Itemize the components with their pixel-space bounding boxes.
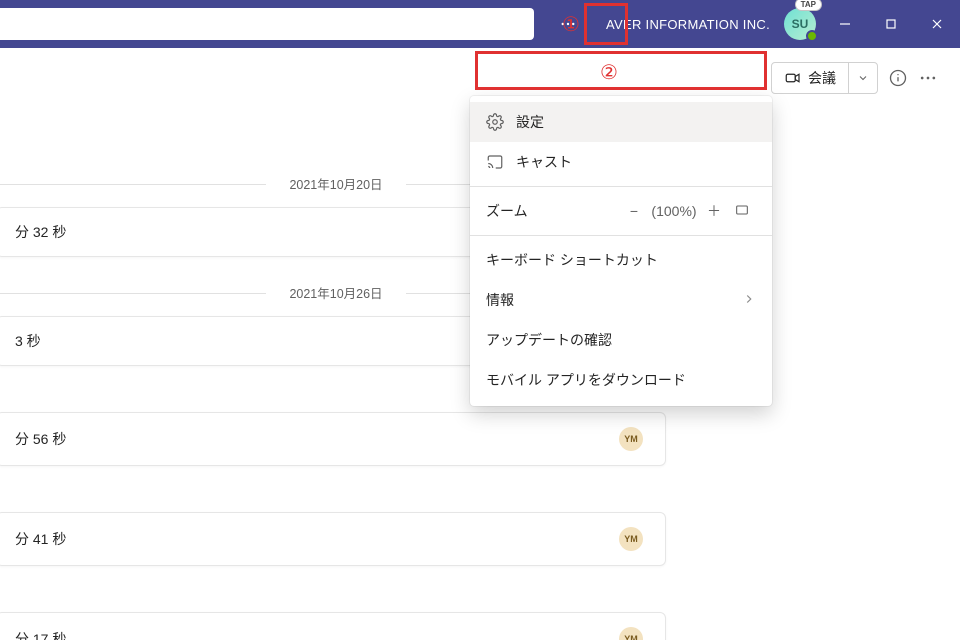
zoom-label: ズーム <box>486 201 620 221</box>
avatar-initials: SU <box>792 17 809 31</box>
participant-avatar: YM <box>619 527 643 551</box>
ellipsis-icon <box>559 15 577 33</box>
window-minimize-button[interactable] <box>822 0 868 48</box>
cast-icon <box>486 153 504 171</box>
window-close-button[interactable] <box>914 0 960 48</box>
feed-card[interactable]: 分 41 秒 YM <box>0 512 666 566</box>
zoom-fullscreen-button[interactable] <box>728 202 756 221</box>
menu-item-cast[interactable]: キャスト <box>470 142 772 182</box>
participant-avatar: YM <box>619 627 643 640</box>
info-icon[interactable] <box>888 68 908 88</box>
more-actions-button[interactable] <box>918 68 938 88</box>
settings-menu: 設定 キャスト ズーム − (100%) ＋ キーボード ショートカット 情報 … <box>470 96 772 406</box>
titlebar-more-button[interactable] <box>548 4 588 44</box>
menu-item-label: アップデートの確認 <box>486 330 612 350</box>
video-icon <box>784 69 802 87</box>
menu-separator <box>470 186 772 187</box>
org-name: AVER INFORMATION INC. <box>606 17 770 32</box>
maximize-icon <box>885 18 897 30</box>
meet-dropdown-button[interactable] <box>849 63 877 93</box>
avatar-badge: TAP <box>795 0 822 11</box>
meet-button[interactable]: 会議 <box>772 63 849 93</box>
titlebar: AVER INFORMATION INC. SU TAP <box>0 0 960 48</box>
chevron-right-icon <box>742 292 756 306</box>
window-controls <box>822 0 960 48</box>
meet-split-button: 会議 <box>771 62 878 94</box>
feed-card[interactable]: 分 56 秒 YM <box>0 412 666 466</box>
window-maximize-button[interactable] <box>868 0 914 48</box>
menu-item-label: 設定 <box>516 112 544 132</box>
close-icon <box>931 18 943 30</box>
participant-avatar: YM <box>619 427 643 451</box>
menu-item-check-update[interactable]: アップデートの確認 <box>470 320 772 360</box>
profile-avatar[interactable]: SU TAP <box>784 8 816 40</box>
menu-separator <box>470 235 772 236</box>
chevron-down-icon <box>857 72 869 84</box>
menu-item-label: 情報 <box>486 290 514 310</box>
feed-card[interactable]: 分 17 秒 YM <box>0 612 666 640</box>
zoom-out-button[interactable]: − <box>620 203 648 219</box>
feed-card-text: 分 56 秒 <box>15 429 619 449</box>
zoom-level: (100%) <box>648 203 700 219</box>
feed-card-text: 分 41 秒 <box>15 529 619 549</box>
menu-item-zoom: ズーム − (100%) ＋ <box>470 191 772 231</box>
presence-available-icon <box>806 30 818 42</box>
minimize-icon <box>839 18 851 30</box>
meet-label: 会議 <box>808 68 836 88</box>
menu-item-settings[interactable]: 設定 <box>470 102 772 142</box>
menu-item-label: キーボード ショートカット <box>486 250 658 270</box>
search-input[interactable] <box>0 8 534 40</box>
gear-icon <box>486 113 504 131</box>
menu-item-download-mobile[interactable]: モバイル アプリをダウンロード <box>470 360 772 400</box>
page-toolbar: 会議 <box>771 62 938 94</box>
menu-item-label: キャスト <box>516 152 572 172</box>
menu-item-shortcuts[interactable]: キーボード ショートカット <box>470 240 772 280</box>
menu-item-info[interactable]: 情報 <box>470 280 772 320</box>
menu-item-label: モバイル アプリをダウンロード <box>486 370 686 390</box>
fullscreen-icon <box>734 202 750 218</box>
zoom-in-button[interactable]: ＋ <box>700 201 728 221</box>
feed-card-text: 分 17 秒 <box>15 629 619 640</box>
